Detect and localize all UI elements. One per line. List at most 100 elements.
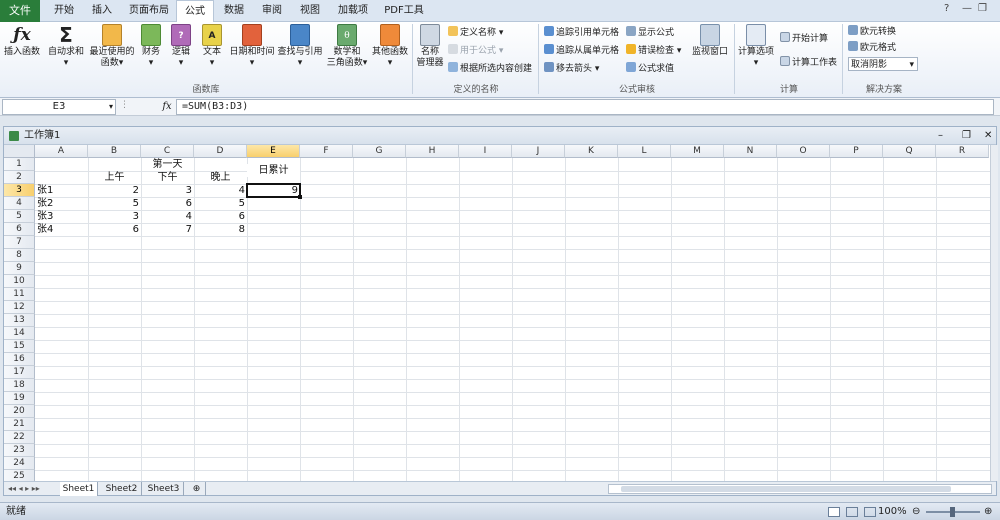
row-header[interactable]: 1 bbox=[4, 158, 35, 171]
column-header[interactable]: M bbox=[671, 145, 724, 158]
euro-conversion-button[interactable]: 欧元转换 bbox=[848, 25, 896, 39]
calculate-sheet-button[interactable]: 计算工作表 bbox=[780, 56, 837, 70]
calculation-options-button[interactable]: 计算选项 ▾ bbox=[736, 24, 776, 69]
insert-function-fx-button[interactable]: fx bbox=[160, 99, 174, 115]
fill-handle[interactable] bbox=[298, 195, 302, 199]
cell-A6[interactable]: 张4 bbox=[37, 223, 87, 236]
row-header[interactable]: 15 bbox=[4, 340, 35, 353]
sheet-tab-sheet2[interactable]: Sheet2 bbox=[102, 482, 142, 496]
tab-review[interactable]: 审阅 bbox=[254, 0, 290, 22]
lookup-reference-button[interactable]: 查找与引用 ▾ bbox=[276, 24, 324, 69]
restore-icon[interactable]: ❐ bbox=[962, 127, 971, 145]
watch-window-button[interactable]: 监视窗口 bbox=[690, 24, 730, 58]
row-header[interactable]: 17 bbox=[4, 366, 35, 379]
row-header[interactable]: 8 bbox=[4, 249, 35, 262]
horizontal-scroll-thumb[interactable] bbox=[621, 486, 951, 492]
row-header[interactable]: 20 bbox=[4, 405, 35, 418]
row-header[interactable]: 25 bbox=[4, 470, 35, 481]
close-icon[interactable]: ✕ bbox=[984, 127, 992, 145]
page-break-view-icon[interactable] bbox=[864, 507, 876, 517]
cell-A5[interactable]: 张3 bbox=[37, 210, 87, 223]
column-header[interactable]: D bbox=[194, 145, 247, 158]
vertical-scrollbar[interactable] bbox=[990, 145, 998, 481]
evaluate-formula-button[interactable]: 公式求值 bbox=[626, 62, 674, 76]
euro-format-button[interactable]: 欧元格式 bbox=[848, 41, 896, 55]
row-header[interactable]: 13 bbox=[4, 314, 35, 327]
trace-dependents-button[interactable]: 追踪从属单元格 bbox=[544, 44, 619, 58]
tab-insert[interactable]: 插入 bbox=[84, 0, 120, 22]
define-name-button[interactable]: 定义名称 ▾ bbox=[448, 26, 503, 40]
cell-C4[interactable]: 6 bbox=[141, 197, 194, 210]
tab-addins[interactable]: 加载项 bbox=[330, 0, 376, 22]
active-cell-selection[interactable] bbox=[246, 183, 301, 198]
recent-functions-button[interactable]: 最近使用的 函数▾ bbox=[88, 24, 136, 69]
row-header[interactable]: 7 bbox=[4, 236, 35, 249]
row-header[interactable]: 4 bbox=[4, 197, 35, 210]
cell-C2[interactable]: 下午 bbox=[141, 171, 194, 184]
tab-file[interactable]: 文件 bbox=[0, 0, 40, 22]
date-time-button[interactable]: 日期和时间 ▾ bbox=[228, 24, 276, 69]
row-header[interactable]: 24 bbox=[4, 457, 35, 470]
row-header[interactable]: 16 bbox=[4, 353, 35, 366]
row-header[interactable]: 21 bbox=[4, 418, 35, 431]
row-header[interactable]: 23 bbox=[4, 444, 35, 457]
horizontal-scrollbar[interactable] bbox=[608, 484, 992, 494]
cell-B5[interactable]: 3 bbox=[88, 210, 141, 223]
tab-data[interactable]: 数据 bbox=[216, 0, 252, 22]
formula-input[interactable]: =SUM(B3:D3) bbox=[176, 99, 994, 115]
column-header[interactable]: C bbox=[141, 145, 194, 158]
column-header[interactable]: E bbox=[247, 145, 300, 158]
cell-D6[interactable]: 8 bbox=[194, 223, 247, 236]
help-icon[interactable]: ? bbox=[944, 3, 949, 14]
minimize-ribbon-icon[interactable]: — bbox=[962, 3, 972, 14]
cell-D3[interactable]: 4 bbox=[194, 184, 247, 197]
tab-home[interactable]: 开始 bbox=[46, 0, 82, 22]
column-header[interactable]: K bbox=[565, 145, 618, 158]
cell-C5[interactable]: 4 bbox=[141, 210, 194, 223]
column-header[interactable]: J bbox=[512, 145, 565, 158]
row-header[interactable]: 11 bbox=[4, 288, 35, 301]
column-header[interactable]: B bbox=[88, 145, 141, 158]
column-header[interactable]: A bbox=[35, 145, 88, 158]
tab-formulas[interactable]: 公式 bbox=[176, 0, 214, 23]
column-header[interactable]: R bbox=[936, 145, 989, 158]
zoom-in-icon[interactable]: ⊕ bbox=[984, 503, 992, 520]
restore-icon[interactable]: ❐ bbox=[978, 3, 987, 14]
zoom-slider-thumb[interactable] bbox=[950, 507, 955, 517]
sheet-nav-arrows-icon[interactable]: ◂◂ ◂ ▸ ▸▸ bbox=[8, 482, 40, 496]
row-header[interactable]: 14 bbox=[4, 327, 35, 340]
row-header[interactable]: 5 bbox=[4, 210, 35, 223]
column-header[interactable]: I bbox=[459, 145, 512, 158]
column-header[interactable]: N bbox=[724, 145, 777, 158]
column-header[interactable]: O bbox=[777, 145, 830, 158]
cell-A3[interactable]: 张1 bbox=[37, 184, 87, 197]
error-checking-button[interactable]: 错误检查 ▾ bbox=[626, 44, 681, 58]
show-formulas-button[interactable]: 显示公式 bbox=[626, 26, 674, 40]
sheet-tab-sheet3[interactable]: Sheet3 bbox=[144, 482, 184, 496]
zoom-level[interactable]: 100% bbox=[878, 503, 907, 520]
more-functions-button[interactable]: 其他函数 ▾ bbox=[370, 24, 410, 69]
cell-C6[interactable]: 7 bbox=[141, 223, 194, 236]
calculate-now-button[interactable]: 开始计算 bbox=[780, 32, 828, 46]
normal-view-icon[interactable] bbox=[828, 507, 840, 517]
cell-D2[interactable]: 晚上 bbox=[194, 171, 247, 184]
cell-B6[interactable]: 6 bbox=[88, 223, 141, 236]
cell-D4[interactable]: 5 bbox=[194, 197, 247, 210]
row-header[interactable]: 22 bbox=[4, 431, 35, 444]
worksheet-grid[interactable]: A B C D E F G H I J K L M N O P Q R 1 2 … bbox=[4, 145, 998, 481]
page-layout-view-icon[interactable] bbox=[846, 507, 858, 517]
insert-function-button[interactable]: ƒx 插入函数 bbox=[2, 24, 42, 58]
column-header[interactable]: G bbox=[353, 145, 406, 158]
minimize-icon[interactable]: – bbox=[938, 127, 943, 145]
column-header[interactable]: Q bbox=[883, 145, 936, 158]
cell-E1[interactable]: 日累计 bbox=[247, 164, 300, 177]
column-header[interactable]: F bbox=[300, 145, 353, 158]
row-header[interactable]: 6 bbox=[4, 223, 35, 236]
select-all-corner[interactable] bbox=[4, 145, 35, 158]
trace-precedents-button[interactable]: 追踪引用单元格 bbox=[544, 26, 619, 40]
cell-C3[interactable]: 3 bbox=[141, 184, 194, 197]
row-header[interactable]: 19 bbox=[4, 392, 35, 405]
cell-D5[interactable]: 6 bbox=[194, 210, 247, 223]
cell-A4[interactable]: 张2 bbox=[37, 197, 87, 210]
cell-B4[interactable]: 5 bbox=[88, 197, 141, 210]
